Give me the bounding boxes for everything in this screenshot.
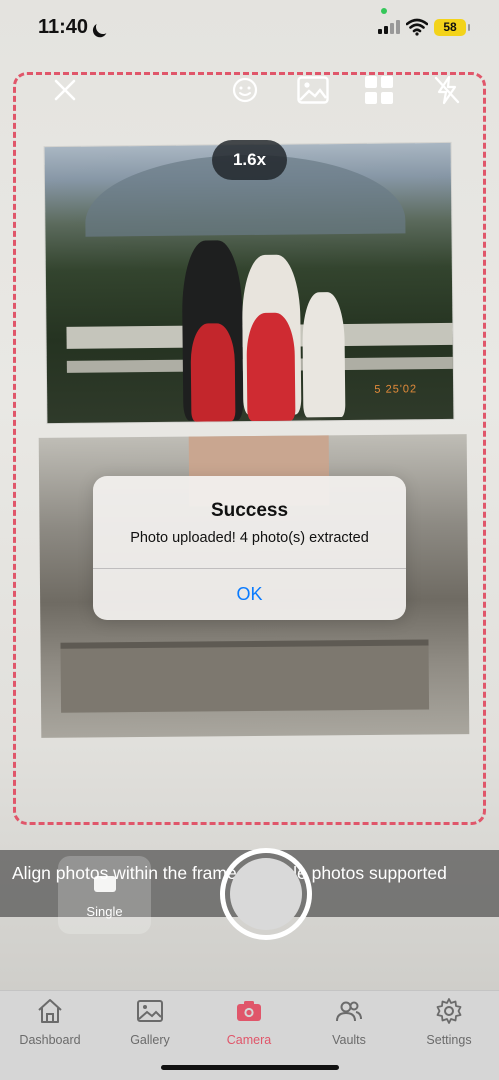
capture-mode-button[interactable]: Single (58, 856, 151, 934)
home-icon (38, 999, 62, 1023)
users-icon (336, 1001, 362, 1022)
tab-label: Vaults (332, 1033, 366, 1047)
battery-indicator: 58 (434, 19, 470, 36)
wifi-icon (406, 18, 428, 36)
tab-label: Dashboard (19, 1033, 81, 1047)
tab-label: Settings (426, 1033, 472, 1047)
alert-ok-button[interactable]: OK (93, 569, 406, 620)
tab-dashboard[interactable]: Dashboard (0, 991, 100, 1061)
alert-message: Photo uploaded! 4 photo(s) extracted (130, 530, 369, 546)
flash-off-icon (434, 75, 460, 105)
tab-settings[interactable]: Settings (399, 991, 499, 1061)
face-detect-button[interactable] (228, 73, 262, 107)
tab-gallery[interactable]: Gallery (100, 991, 200, 1061)
home-indicator (161, 1065, 339, 1070)
capture-mode-label: Single (86, 904, 123, 919)
tab-label: Camera (226, 1033, 272, 1047)
camera-icon (237, 1001, 261, 1021)
gallery-picker-button[interactable] (296, 73, 330, 107)
signal-icon (378, 20, 400, 34)
alert-title: Success (210, 500, 289, 521)
close-icon (54, 79, 76, 101)
face-scan-icon (232, 77, 258, 103)
shutter-button[interactable] (220, 848, 312, 940)
grid-toggle-button[interactable] (362, 73, 396, 107)
moon-icon (94, 18, 112, 36)
camera-in-use-indicator (381, 8, 387, 14)
status-bar: 11:40 58 (0, 0, 499, 56)
grid-icon (365, 76, 393, 104)
tab-vaults[interactable]: Vaults (299, 991, 399, 1061)
flash-toggle-button[interactable] (430, 73, 464, 107)
image-icon (297, 76, 329, 104)
single-photo-icon (94, 876, 116, 892)
tab-label: Gallery (130, 1033, 170, 1047)
capture-frame (13, 72, 486, 825)
success-alert: Success Photo uploaded! 4 photo(s) extra… (93, 476, 406, 620)
close-button[interactable] (48, 73, 82, 107)
tab-camera[interactable]: Camera (199, 991, 299, 1061)
gear-icon (436, 998, 462, 1024)
status-time: 11:40 (38, 16, 89, 38)
image-icon (137, 1000, 163, 1022)
zoom-level-button[interactable]: 1.6x (212, 140, 287, 180)
